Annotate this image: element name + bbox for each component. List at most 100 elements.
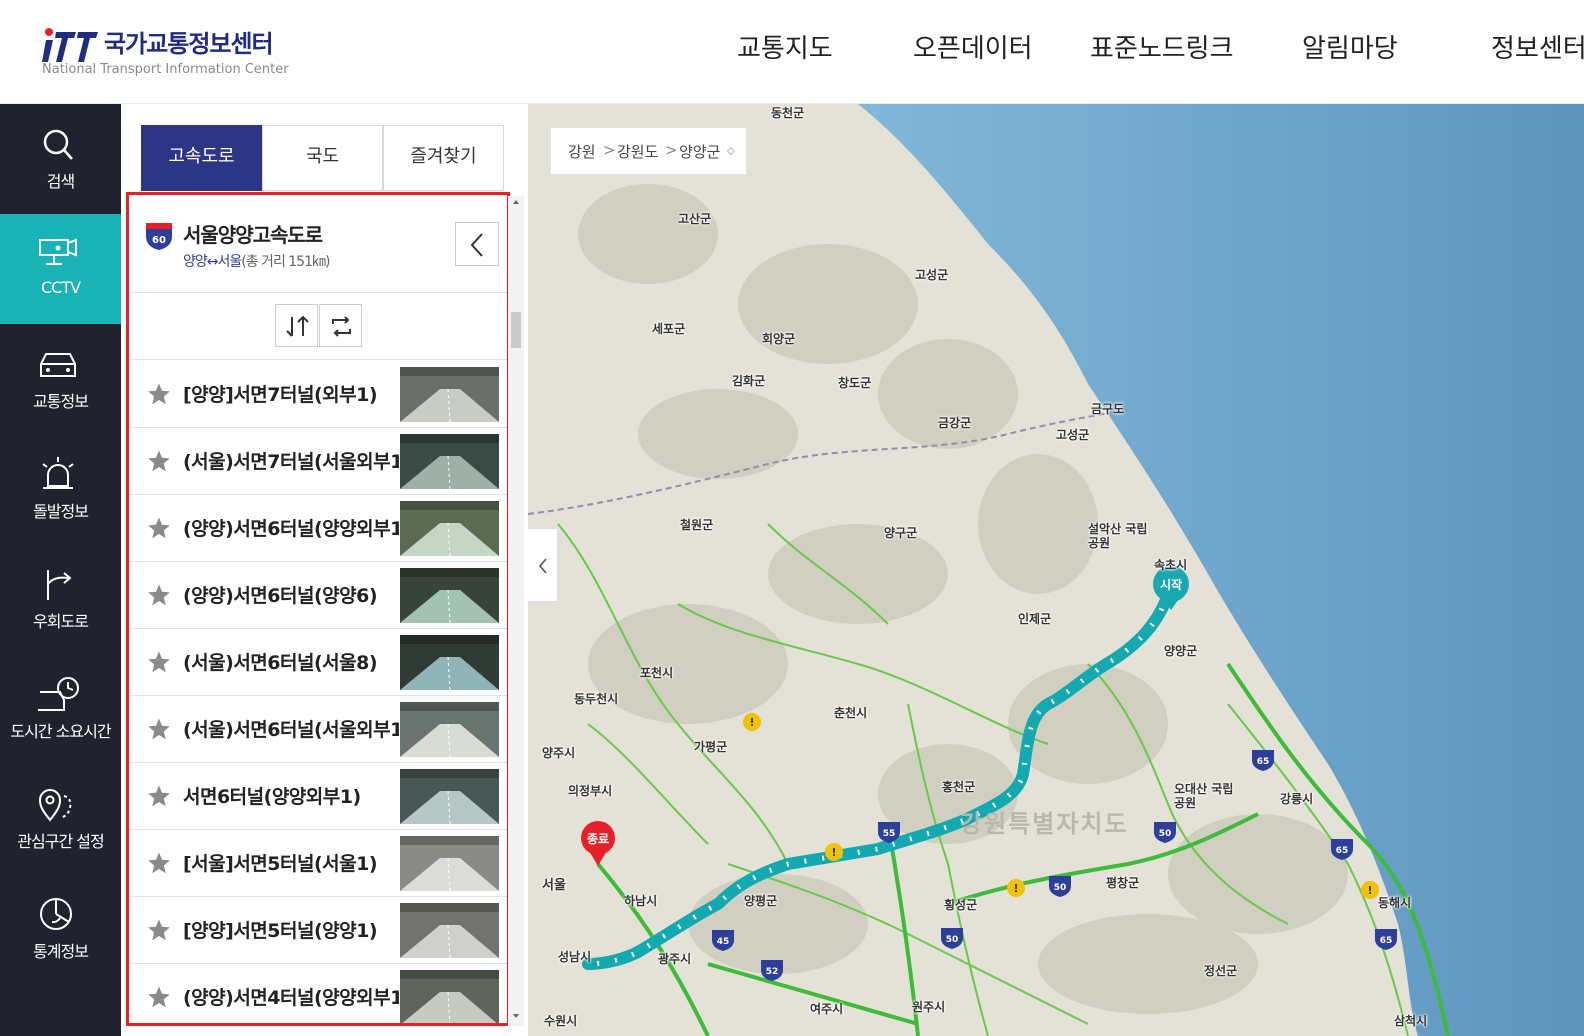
breadcrumb-item[interactable]: 강원 — [568, 141, 596, 162]
map-label: 철원군 — [680, 518, 714, 532]
map-label: 원주시 — [912, 1000, 946, 1014]
chart-icon — [40, 898, 72, 930]
sidebar-item-cctv[interactable]: CCTV — [0, 214, 121, 324]
cctv-thumbnail[interactable] — [400, 903, 499, 958]
its-logo-icon — [42, 28, 98, 62]
svg-text:!: ! — [749, 716, 754, 729]
cctv-panel: 고속도로 국도 즐겨찾기 60 서울양양고속도로 양양↔서울(총 거리 151㎞… — [121, 104, 528, 1036]
incident-icon[interactable]: ! — [1361, 881, 1379, 899]
cctv-thumbnail[interactable] — [400, 367, 499, 422]
highway-shield-icon: 60 — [146, 223, 172, 250]
map-label: 수원시 — [544, 1014, 578, 1028]
breadcrumb-item[interactable]: 양양군 — [679, 141, 720, 162]
tab-expressway[interactable]: 고속도로 — [141, 125, 262, 191]
map-label: 평창군 — [1106, 876, 1140, 890]
cctv-list-item[interactable]: (양양)서면6터널(양양6) — [129, 562, 507, 629]
dropdown-arrow-icon[interactable]: ⬦ — [727, 144, 735, 158]
nav-open-data[interactable]: 오픈데이터 — [913, 28, 1033, 68]
favorite-star-icon[interactable] — [147, 650, 171, 674]
scroll-up-arrow-icon[interactable] — [510, 196, 522, 208]
breadcrumb[interactable]: 강원 > 강원도 > 양양군 ⬦ — [550, 127, 747, 175]
sidebar-item-search[interactable]: 검색 — [0, 104, 121, 214]
favorite-star-icon[interactable] — [147, 516, 171, 540]
cctv-item-label: [양양]서면5터널(양양1) — [183, 920, 378, 942]
sidebar-item-traffic-info[interactable]: 교통정보 — [0, 324, 121, 434]
scroll-thumb[interactable] — [511, 312, 521, 348]
back-button[interactable] — [455, 222, 499, 266]
cctv-thumbnail[interactable] — [400, 434, 499, 489]
header: 국가교통정보센터 National Transport Information … — [0, 0, 1584, 104]
favorite-star-icon[interactable] — [147, 449, 171, 473]
map-canvas[interactable]: 시작 종료 55 65 50 50 50 65 65 45 52 ! ! ! ! — [528, 104, 1584, 1036]
car-icon — [40, 353, 76, 377]
cctv-list-item[interactable]: [서울]서면5터널(서울1) — [129, 830, 507, 897]
cctv-item-label: (서울)서면6터널(서울8) — [183, 652, 378, 674]
favorite-star-icon[interactable] — [147, 784, 171, 808]
sidebar-label: 우회도로 — [33, 612, 89, 631]
cctv-list-item[interactable]: 서면6터널(양양외부1) — [129, 763, 507, 830]
sidebar-label: 돌발정보 — [33, 502, 89, 521]
cctv-list-item[interactable]: (양양)서면6터널(양양외부1) — [129, 495, 507, 562]
map-label: 양구군 — [884, 526, 918, 540]
cctv-thumbnail[interactable] — [400, 635, 499, 690]
cctv-list: 60 서울양양고속도로 양양↔서울(총 거리 151㎞) [양양]서면7터널(외… — [126, 192, 510, 1026]
favorite-star-icon[interactable] — [147, 382, 171, 406]
nav-standard-node-link[interactable]: 표준노드링크 — [1090, 28, 1234, 68]
nav-info-center[interactable]: 정보센터 — [1491, 28, 1584, 68]
siren-icon — [42, 457, 74, 489]
map-label: 세포군 — [652, 322, 686, 336]
map-label: 회양군 — [762, 332, 796, 346]
road-header: 60 서울양양고속도로 양양↔서울(총 거리 151㎞) — [129, 195, 507, 293]
sidebar-item-statistics[interactable]: 통계정보 — [0, 874, 121, 984]
cctv-list-item[interactable]: (서울)서면6터널(서울8) — [129, 629, 507, 696]
cctv-list-item[interactable]: (서울)서면7터널(서울외부1) — [129, 428, 507, 495]
cctv-item-label: (서울)서면7터널(서울외부1) — [183, 451, 399, 473]
traffic-map[interactable]: 시작 종료 55 65 50 50 50 65 65 45 52 ! ! ! !… — [528, 104, 1584, 1036]
road-direction: 양양↔서울 — [183, 254, 242, 270]
map-label: 속초시 — [1154, 558, 1188, 572]
cctv-thumbnail[interactable] — [400, 836, 499, 891]
tab-national-road[interactable]: 국도 — [262, 125, 383, 191]
route-end-label: 종료 — [587, 832, 609, 846]
favorite-star-icon[interactable] — [147, 583, 171, 607]
scroll-down-arrow-icon[interactable] — [510, 1010, 522, 1022]
refresh-button[interactable] — [319, 304, 362, 347]
svg-text:!: ! — [1367, 884, 1372, 897]
cctv-item-label: (양양)서면4터널(양양외부1) — [183, 987, 399, 1009]
refresh-icon — [332, 316, 351, 337]
incident-icon[interactable]: ! — [743, 713, 761, 731]
cctv-list-item[interactable]: (양양)서면4터널(양양외부1) — [129, 964, 507, 1025]
reverse-direction-button[interactable] — [275, 304, 318, 347]
cctv-thumbnail[interactable] — [400, 501, 499, 556]
nav-traffic-map[interactable]: 교통지도 — [737, 28, 833, 68]
cctv-thumbnail[interactable] — [400, 769, 499, 824]
map-label: 설악산 국립공원 — [1088, 522, 1148, 550]
cctv-thumbnail[interactable] — [400, 568, 499, 623]
sidebar-item-detour[interactable]: 우회도로 — [0, 544, 121, 654]
its-logo[interactable]: 국가교통정보센터 National Transport Information … — [42, 24, 302, 80]
cctv-list-item[interactable]: [양양]서면7터널(외부1) — [129, 361, 507, 428]
nav-notice[interactable]: 알림마당 — [1302, 28, 1398, 68]
map-label: 고산군 — [678, 212, 712, 226]
sidebar-item-interest-section[interactable]: 관심구간 설정 — [0, 764, 121, 874]
panel-collapse-button[interactable] — [528, 528, 558, 602]
cctv-item-label: (양양)서면6터널(양양외부1) — [183, 518, 399, 540]
svg-text:50: 50 — [1054, 883, 1067, 893]
favorite-star-icon[interactable] — [147, 717, 171, 741]
favorite-star-icon[interactable] — [147, 985, 171, 1009]
incident-icon[interactable]: ! — [825, 843, 843, 861]
breadcrumb-item[interactable]: 강원도 — [617, 141, 658, 162]
chevron-left-icon — [538, 558, 547, 574]
map-label: 하남시 — [624, 894, 658, 908]
sidebar-label: CCTV — [40, 278, 81, 297]
cctv-list-item[interactable]: [양양]서면5터널(양양1) — [129, 897, 507, 964]
cctv-list-item[interactable]: (서울)서면6터널(서울외부1) — [129, 696, 507, 763]
favorite-star-icon[interactable] — [147, 918, 171, 942]
sidebar-item-travel-time[interactable]: 도시간 소요시간 — [0, 654, 121, 764]
cctv-thumbnail[interactable] — [400, 970, 499, 1025]
incident-icon[interactable]: ! — [1007, 879, 1025, 897]
favorite-star-icon[interactable] — [147, 851, 171, 875]
tab-favorites[interactable]: 즐겨찾기 — [383, 125, 504, 191]
sidebar-item-incident[interactable]: 돌발정보 — [0, 434, 121, 544]
cctv-thumbnail[interactable] — [400, 702, 499, 757]
